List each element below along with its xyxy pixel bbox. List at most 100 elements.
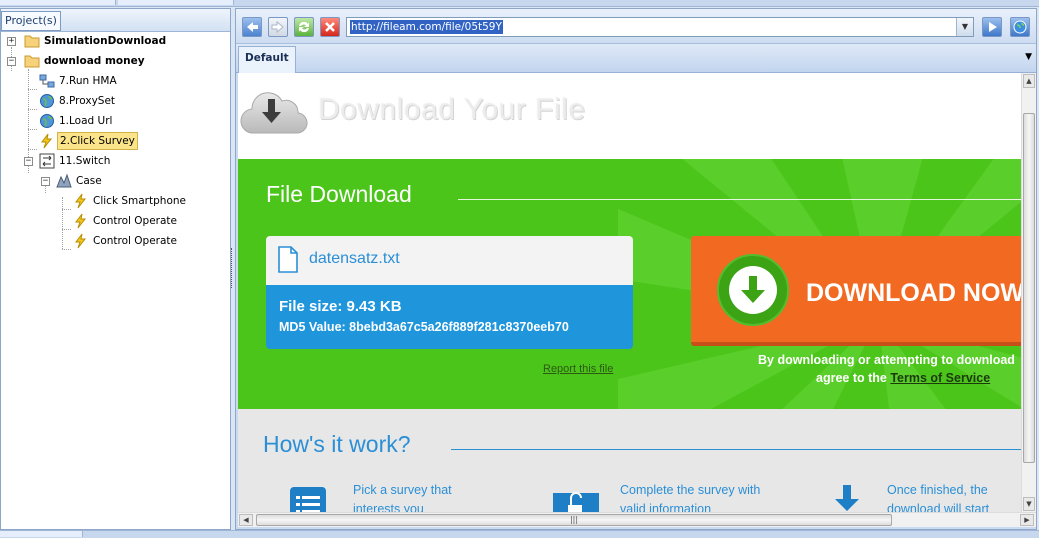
collapse-toggle[interactable]: − <box>7 57 16 66</box>
horizontal-scrollbar[interactable]: ◀ ||| ▶ <box>238 512 1036 527</box>
unlock-icon <box>553 492 599 512</box>
top-tab-2[interactable] <box>118 0 234 5</box>
tree-item-label: 8.ProxySet <box>59 95 116 107</box>
lightning-icon <box>73 213 89 229</box>
step-1-text: Pick a survey that interests you <box>353 481 452 512</box>
tree-item-label: 7.Run HMA <box>59 75 117 87</box>
forward-button[interactable] <box>268 17 288 37</box>
tree-connector <box>62 209 71 210</box>
step-2-text: Complete the survey with valid informati… <box>620 481 760 512</box>
browser-panel: http://fileam.com/file/05t59Y ▼ Default … <box>235 8 1037 530</box>
step-3-line1: Once finished, the <box>887 483 988 497</box>
tree-item-load-url[interactable]: 1.Load Url <box>39 111 114 131</box>
tree-item-label: 11.Switch <box>59 155 111 167</box>
tree-item-switch[interactable]: 11.Switch <box>39 151 112 171</box>
consent-text: By downloading or attempting to download <box>758 353 1015 367</box>
scroll-right-icon[interactable]: ▶ <box>1020 514 1034 526</box>
url-input[interactable]: http://fileam.com/file/05t59Y ▼ <box>346 17 974 37</box>
browser-toolbar: http://fileam.com/file/05t59Y ▼ <box>236 9 1036 44</box>
tree-connector <box>62 249 71 250</box>
go-button[interactable] <box>982 17 1002 37</box>
tree-connector <box>28 89 37 90</box>
folder-icon <box>24 53 40 69</box>
projects-tab[interactable]: Project(s) <box>1 11 61 31</box>
file-icon <box>278 246 298 273</box>
tree-connector <box>28 109 37 110</box>
arrow-left-icon <box>247 22 258 32</box>
tree-item-label: Case <box>76 175 102 187</box>
tree-connector <box>62 197 63 249</box>
bottom-tab-1[interactable] <box>0 531 83 537</box>
vertical-scroll-thumb[interactable] <box>1023 113 1035 463</box>
tree-item-proxyset[interactable]: 8.ProxySet <box>39 91 117 111</box>
download-arrow-icon <box>729 266 777 314</box>
file-size: File size: 9.43 KB <box>279 298 402 315</box>
step-1-line1: Pick a survey that <box>353 483 452 497</box>
globe-icon <box>39 113 55 129</box>
collapse-toggle[interactable]: − <box>41 177 50 186</box>
vertical-scrollbar[interactable]: ▲ ▼ <box>1021 73 1036 512</box>
arrow-right-icon <box>271 20 284 34</box>
horizontal-scroll-thumb[interactable]: ||| <box>256 514 892 526</box>
project-panel-header: Project(s) <box>1 9 230 32</box>
tree-item-label: 1.Load Url <box>59 115 113 127</box>
browser-tab-bar: Default ▼ <box>236 44 1036 73</box>
file-info-card: datensatz.txt File size: 9.43 KB MD5 Val… <box>266 236 633 349</box>
project-panel: Project(s) + − − − SimulationDownload do… <box>0 8 231 530</box>
scroll-down-icon[interactable]: ▼ <box>1023 497 1035 511</box>
site-title: Download Your File <box>318 93 586 126</box>
survey-list-icon <box>290 487 326 512</box>
refresh-icon <box>299 21 309 33</box>
file-name: datensatz.txt <box>309 250 400 267</box>
tree-item-run-hma[interactable]: 7.Run HMA <box>39 71 119 91</box>
download-now-label: DOWNLOAD NOW <box>806 279 1021 307</box>
tree-connector <box>28 149 37 150</box>
tree-item-case[interactable]: Case <box>56 171 104 191</box>
tree-item-simulationdownload[interactable]: SimulationDownload <box>24 31 168 51</box>
lightning-icon <box>73 233 89 249</box>
top-tab-1[interactable] <box>0 0 116 5</box>
play-icon <box>989 22 997 32</box>
back-button[interactable] <box>242 17 262 37</box>
tree-item-download-money[interactable]: download money <box>24 51 147 71</box>
download-now-button[interactable]: DOWNLOAD NOW <box>691 236 1021 346</box>
lightning-icon <box>73 193 89 209</box>
site-header: Download Your File <box>238 73 1021 161</box>
network-icon <box>39 73 55 89</box>
tab-menu-icon[interactable]: ▼ <box>1025 52 1032 62</box>
url-text: http://fileam.com/file/05t59Y <box>350 20 503 34</box>
report-file-link[interactable]: Report this file <box>543 363 613 375</box>
globe-icon <box>39 93 55 109</box>
heading-divider <box>458 199 1021 200</box>
tree-item-label: 2.Click Survey <box>57 132 138 150</box>
consent-text-line2: agree to the Terms of Service <box>816 371 990 385</box>
folder-icon <box>24 33 40 49</box>
how-it-works-section: How's it work? Pick a survey that intere… <box>238 409 1021 512</box>
expand-toggle[interactable]: + <box>7 37 16 46</box>
collapse-toggle[interactable]: − <box>24 157 33 166</box>
refresh-button[interactable] <box>294 17 314 37</box>
tree-item-click-smartphone[interactable]: Click Smartphone <box>73 191 188 211</box>
tree-item-label: download money <box>44 55 145 67</box>
tree-item-control-operate[interactable]: Control Operate <box>73 211 179 231</box>
web-page-viewport: Download Your File File Download datensa… <box>238 73 1021 512</box>
step-3-text: Once finished, the download will start <box>887 481 989 512</box>
terms-of-service-link[interactable]: Terms of Service <box>890 371 990 385</box>
cloud-download-icon <box>240 92 308 134</box>
tree-item-click-survey[interactable]: 2.Click Survey <box>39 131 138 151</box>
scroll-left-icon[interactable]: ◀ <box>239 514 253 526</box>
scroll-up-icon[interactable]: ▲ <box>1023 74 1035 88</box>
step-2-line2: valid information <box>620 502 712 512</box>
tab-default[interactable]: Default <box>238 46 296 73</box>
how-divider <box>451 449 1021 450</box>
step-1-line2: interests you <box>353 502 424 512</box>
case-icon <box>56 173 72 189</box>
how-it-works-heading: How's it work? <box>263 431 411 457</box>
file-download-heading: File Download <box>266 181 412 207</box>
home-button[interactable] <box>1010 17 1030 37</box>
file-card-details: File size: 9.43 KB MD5 Value: 8bebd3a67c… <box>266 285 633 349</box>
stop-button[interactable] <box>320 17 340 37</box>
chevron-down-icon[interactable]: ▼ <box>956 18 973 36</box>
download-circle <box>717 254 789 326</box>
tree-item-control-operate-2[interactable]: Control Operate <box>73 231 179 251</box>
